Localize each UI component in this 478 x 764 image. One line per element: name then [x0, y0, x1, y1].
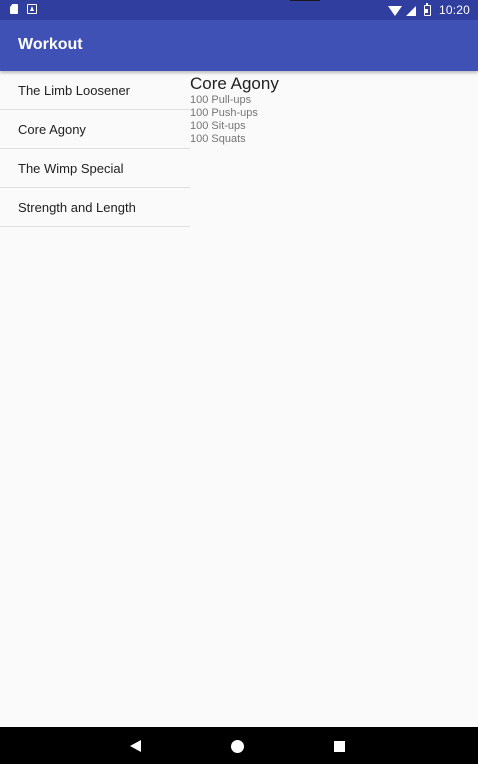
home-icon[interactable]	[231, 740, 244, 753]
status-right-icons: 10:20	[387, 2, 470, 18]
status-time: 10:20	[438, 3, 470, 17]
status-accent-line	[290, 0, 320, 1]
list-item-label: The Limb Loosener	[18, 82, 131, 98]
list-item[interactable]: The Wimp Special	[0, 149, 190, 188]
workout-list: The Limb Loosener Core Agony The Wimp Sp…	[0, 71, 190, 227]
list-item[interactable]: The Limb Loosener	[0, 71, 190, 110]
detail-line: 100 Push-ups	[190, 107, 258, 119]
list-item-label: Strength and Length	[18, 199, 136, 215]
list-item-label: The Wimp Special	[18, 160, 124, 176]
detail-line: 100 Sit-ups	[190, 120, 246, 132]
back-icon[interactable]	[130, 740, 141, 752]
status-bar: 10:20	[0, 0, 478, 20]
list-item[interactable]: Core Agony	[0, 110, 190, 149]
battery-icon	[423, 2, 431, 16]
a-icon	[27, 4, 37, 14]
detail-line: 100 Squats	[190, 133, 246, 145]
wifi-icon	[387, 6, 402, 16]
navigation-bar	[0, 727, 478, 764]
detail-line: 100 Pull-ups	[190, 94, 252, 106]
app-title: Workout	[18, 36, 83, 53]
list-item[interactable]: Strength and Length	[0, 188, 190, 227]
sd-card-icon	[10, 4, 18, 14]
list-item-label: Core Agony	[18, 121, 86, 137]
recents-icon[interactable]	[334, 741, 345, 752]
status-left-icons	[10, 4, 37, 14]
workout-detail: Core Agony 100 Pull-ups 100 Push-ups 100…	[190, 74, 279, 146]
signal-icon	[405, 5, 416, 16]
detail-title: Core Agony	[190, 74, 279, 93]
app-bar: Workout	[0, 20, 478, 71]
